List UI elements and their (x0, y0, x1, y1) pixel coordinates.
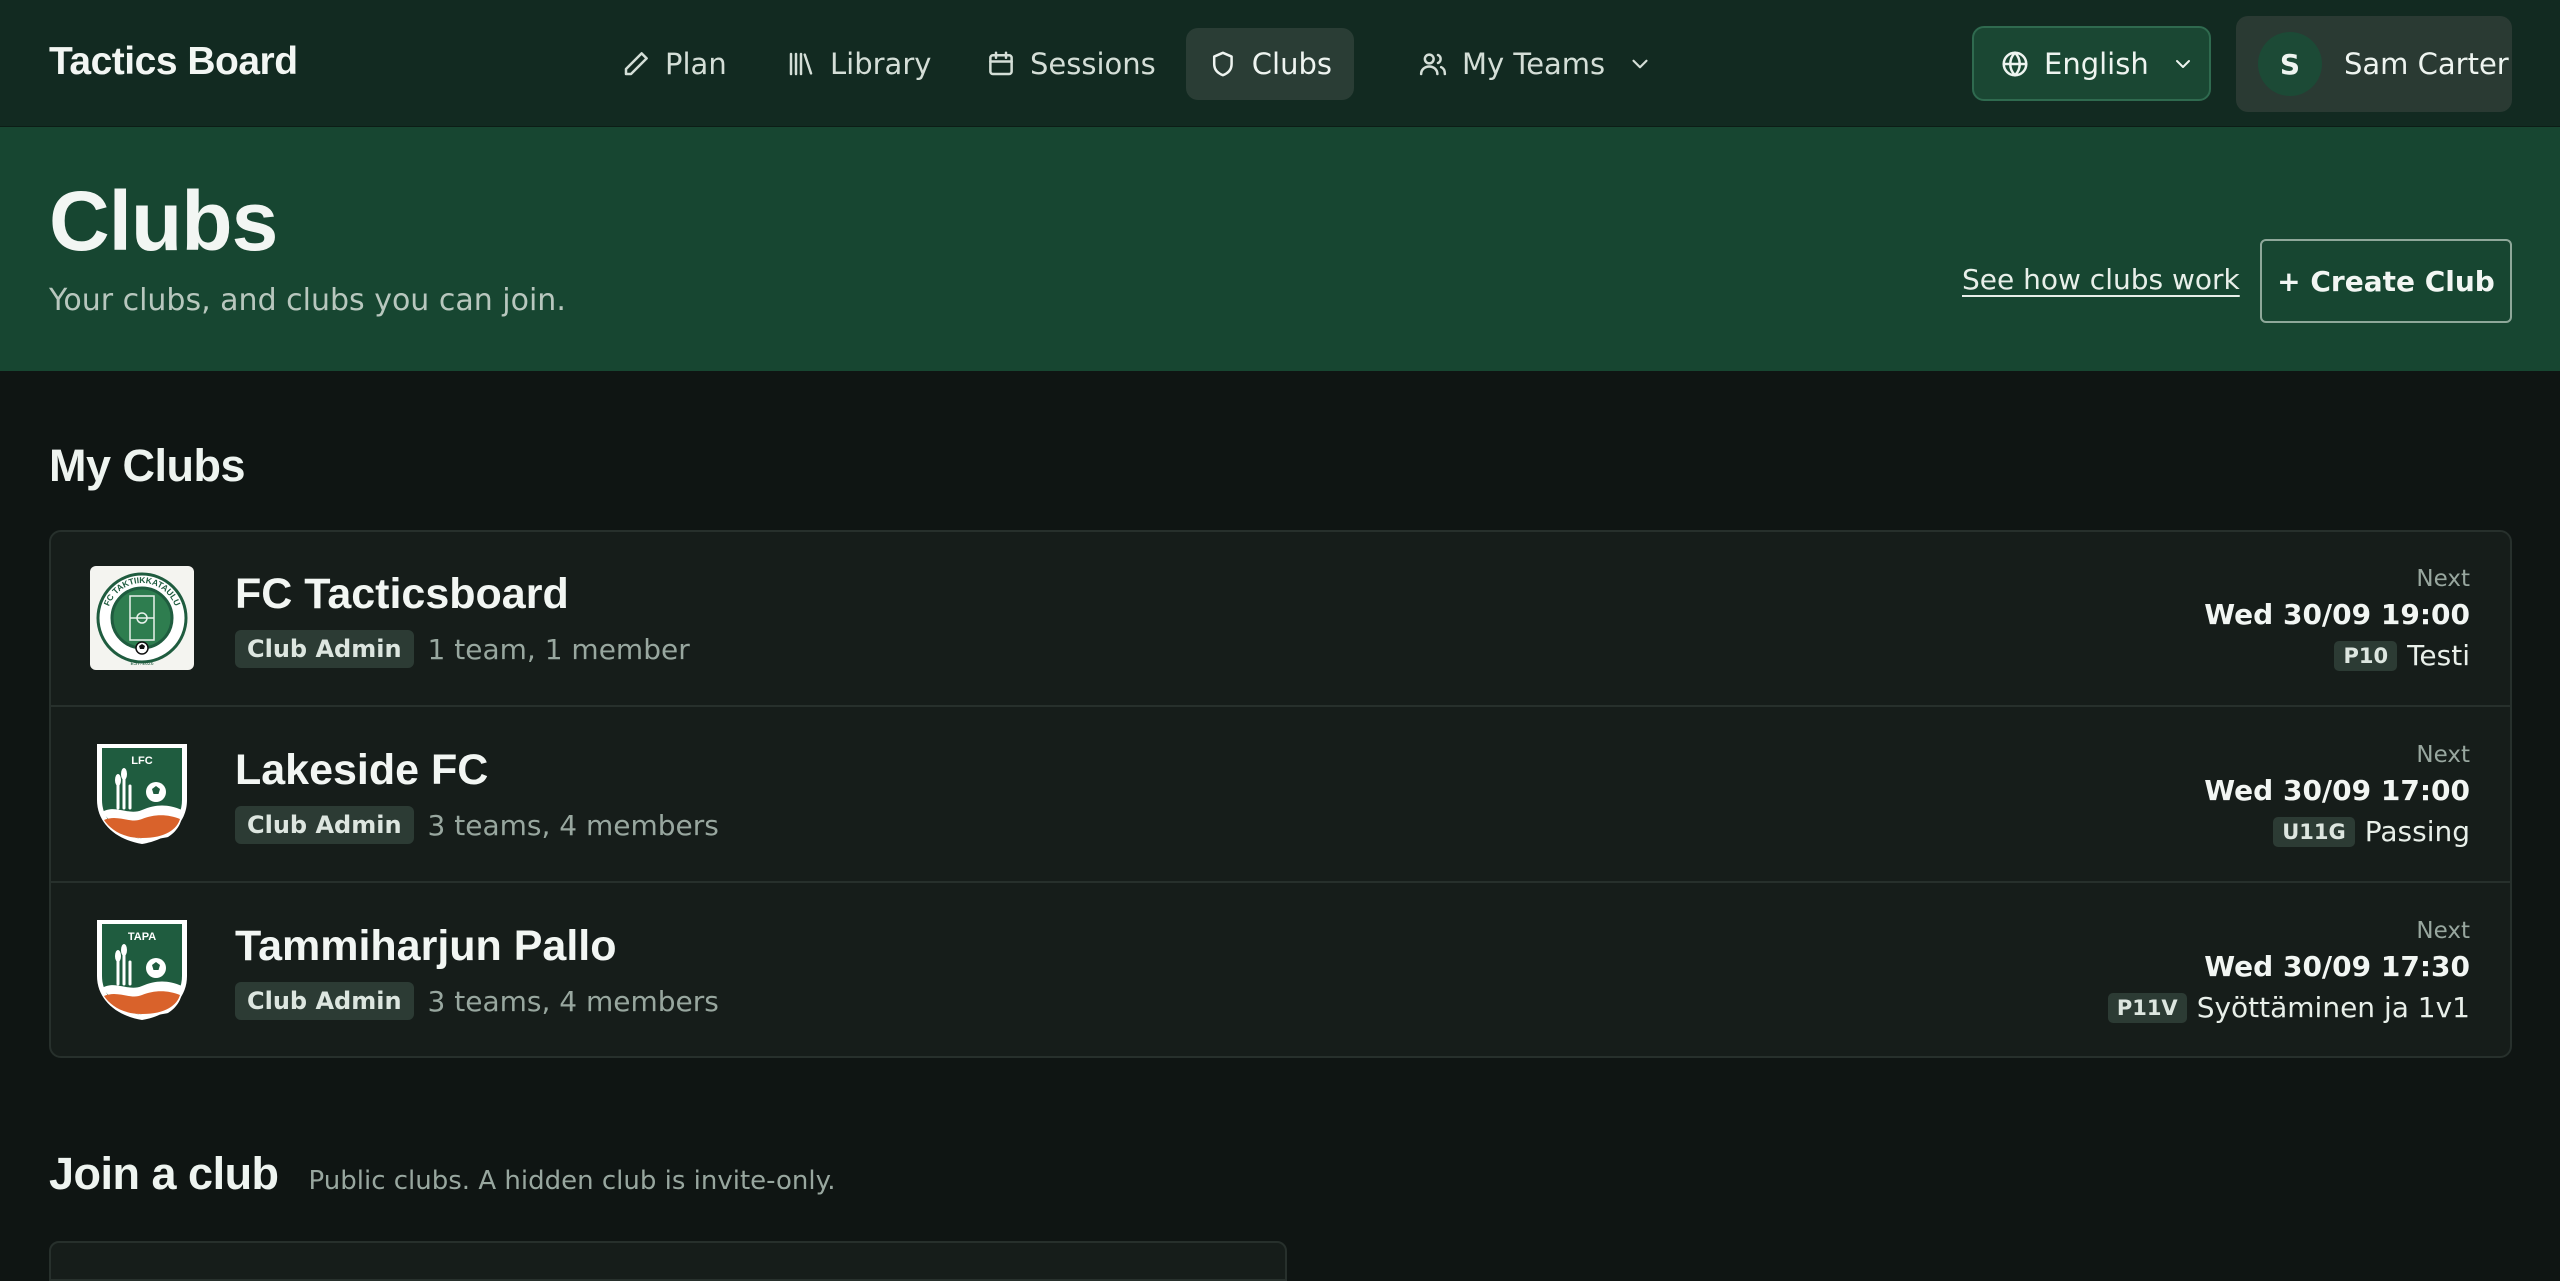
user-name: Sam Carter (2344, 47, 2509, 81)
club-crest-icon: FC TAKTIIKKATAULU EST. 2026 (90, 566, 194, 670)
club-summary: 3 teams, 4 members (427, 984, 719, 1018)
pencil-icon (624, 52, 648, 76)
nav-item-sessions[interactable]: Sessions (964, 28, 1178, 100)
join-club-header: Join a club Public clubs. A hidden club … (49, 1148, 836, 1200)
team-tag: P11V (2107, 992, 2187, 1023)
nav-item-plan[interactable]: Plan (599, 28, 749, 100)
see-how-clubs-work-link[interactable]: See how clubs work (1962, 263, 2240, 296)
event-name: Testi (2407, 639, 2470, 672)
chevron-down-icon (2175, 59, 2190, 68)
users-icon (1419, 53, 1447, 76)
role-badge: Club Admin (235, 982, 414, 1020)
club-name: Tammiharjun Pallo (235, 922, 617, 970)
club-meta: Club Admin 3 teams, 4 members (235, 982, 719, 1020)
next-date: Wed 30/09 19:00 (2204, 598, 2470, 631)
next-session: Next Wed 30/09 17:00 U11G Passing (2204, 742, 2470, 848)
nav-item-sessions-label: Sessions (1030, 47, 1156, 81)
role-badge: Club Admin (235, 806, 414, 844)
nav-item-library[interactable]: Library (764, 28, 953, 100)
nav-item-my-teams-label: My Teams (1462, 47, 1606, 81)
next-date: Wed 30/09 17:30 (2204, 950, 2470, 983)
avatar: S (2258, 32, 2322, 96)
join-club-subtitle: Public clubs. A hidden club is invite-on… (308, 1166, 836, 1196)
club-name: Lakeside FC (235, 746, 489, 794)
next-label: Next (2416, 918, 2470, 944)
create-club-button[interactable]: + Create Club (2260, 239, 2512, 323)
team-tag: P10 (2334, 640, 2398, 671)
crest-text: LFC (131, 755, 152, 767)
next-label: Next (2416, 742, 2470, 768)
event-name: Syöttäminen ja 1v1 (2196, 991, 2470, 1024)
crest-text: TAPA (128, 931, 156, 943)
event-name: Passing (2364, 815, 2470, 848)
page-header: Clubs Your clubs, and clubs you can join… (0, 127, 2560, 371)
page-title: Clubs (49, 174, 278, 268)
club-name: FC Tacticsboard (235, 570, 569, 618)
top-navigation-bar: Tactics Board Plan Library Sessions Club… (0, 0, 2560, 127)
user-menu-button[interactable]: S Sam Carter (2236, 16, 2512, 112)
nav-item-my-teams[interactable]: My Teams (1396, 28, 1675, 100)
team-tag: U11G (2273, 816, 2355, 847)
role-badge: Club Admin (235, 630, 414, 668)
page-subtitle: Your clubs, and clubs you can join. (49, 283, 566, 318)
my-clubs-list: FC TAKTIIKKATAULU EST. 2026 FC Tacticsbo… (49, 530, 2512, 1058)
chevron-down-icon (1632, 59, 1648, 69)
next-date: Wed 30/09 17:00 (2204, 774, 2470, 807)
club-row-fc-tacticsboard[interactable]: FC TAKTIIKKATAULU EST. 2026 FC Tacticsbo… (51, 532, 2510, 707)
club-summary: 3 teams, 4 members (427, 808, 719, 842)
club-summary: 1 team, 1 member (427, 632, 690, 666)
join-club-heading: Join a club (49, 1148, 279, 1199)
language-selector[interactable]: English (1972, 26, 2211, 101)
next-label: Next (2416, 566, 2470, 592)
nav-item-clubs-label: Clubs (1251, 47, 1332, 81)
next-session: Next Wed 30/09 17:30 P11V Syöttäminen ja… (2107, 918, 2470, 1024)
crest-year: EST. 2026 (130, 661, 153, 667)
club-row-tammiharjun-pallo[interactable]: TAPA Tammiharjun Pallo Club Admin 3 team… (51, 884, 2510, 1056)
nav-item-clubs[interactable]: Clubs (1186, 28, 1354, 100)
next-event: P10 Testi (2204, 639, 2470, 672)
public-club-card[interactable] (49, 1241, 1287, 1281)
next-event: P11V Syöttäminen ja 1v1 (2107, 991, 2470, 1024)
my-clubs-heading: My Clubs (49, 440, 246, 491)
club-meta: Club Admin 3 teams, 4 members (235, 806, 719, 844)
calendar-icon (989, 51, 1013, 76)
club-meta: Club Admin 1 team, 1 member (235, 630, 690, 668)
shield-icon (1212, 51, 1233, 77)
club-crest-icon: TAPA (97, 920, 187, 1020)
next-session: Next Wed 30/09 19:00 P10 Testi (2204, 566, 2470, 672)
next-event: U11G Passing (2204, 815, 2470, 848)
globe-icon (2002, 51, 2028, 76)
language-label: English (2044, 46, 2149, 81)
club-crest-icon: LFC (97, 744, 187, 844)
nav-item-plan-label: Plan (665, 47, 727, 81)
library-icon (789, 52, 813, 76)
club-row-lakeside-fc[interactable]: LFC Lakeside FC Club Admin 3 teams, 4 me… (51, 708, 2510, 883)
nav-item-library-label: Library (830, 47, 932, 81)
